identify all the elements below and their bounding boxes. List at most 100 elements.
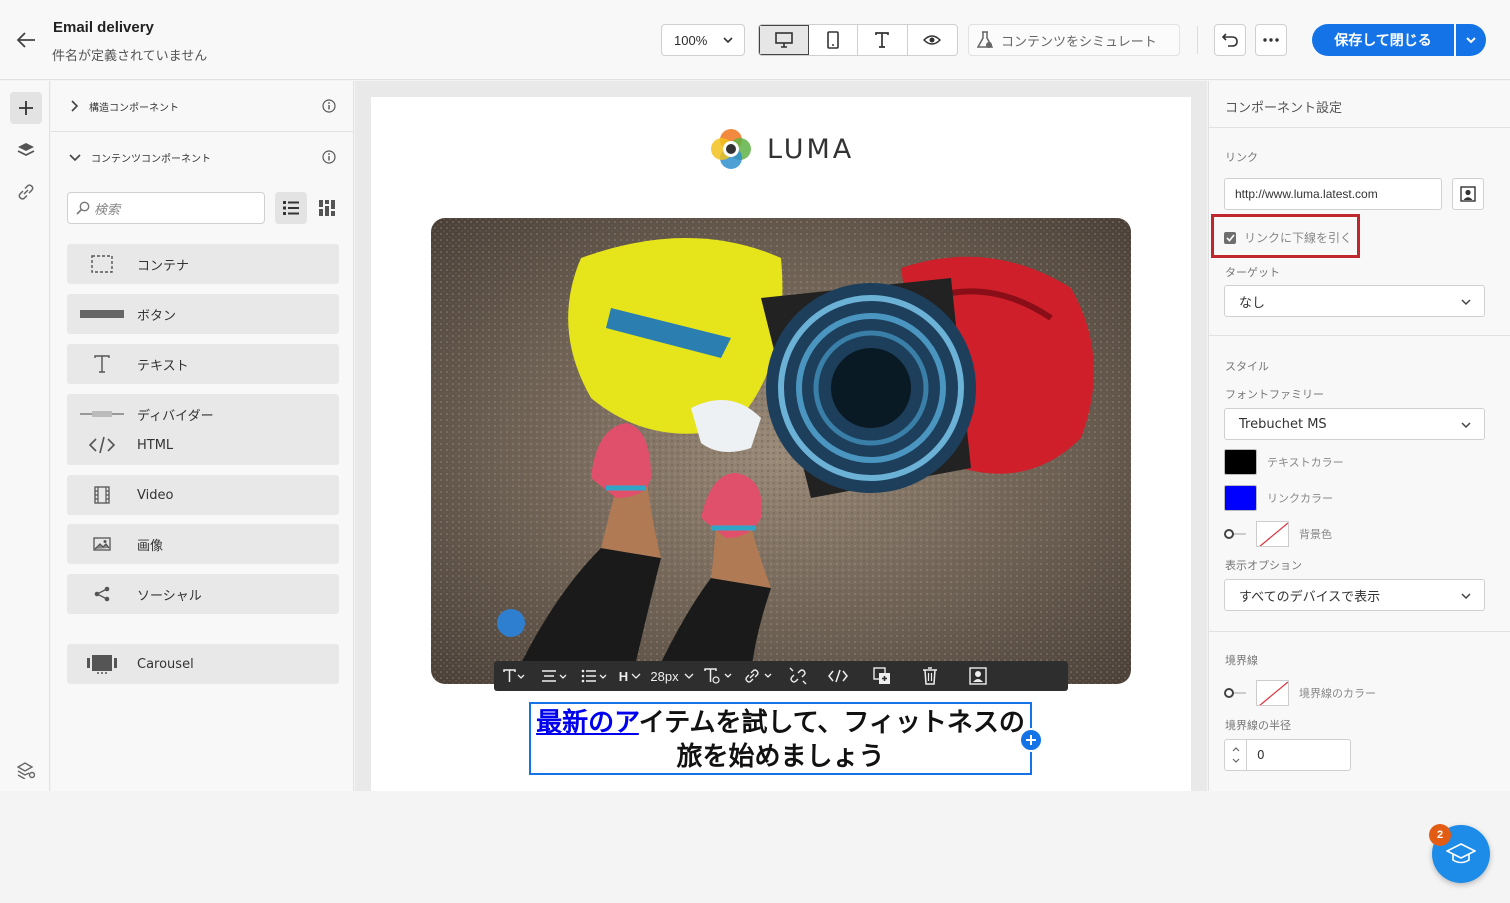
link-url-value: http://www.luma.latest.com: [1235, 187, 1378, 201]
components-panel: 構造コンポーネント コンテンツコンポーネント 検索 コンテナ ボタン テキスト …: [51, 81, 354, 791]
desktop-view-button[interactable]: [759, 25, 809, 55]
panel-divider: [1209, 631, 1510, 632]
undo-button[interactable]: [1214, 24, 1246, 56]
info-icon[interactable]: [322, 150, 336, 167]
text-color-row[interactable]: テキストカラー: [1224, 449, 1344, 475]
stepper-arrows[interactable]: [1225, 740, 1247, 770]
save-options-dropdown[interactable]: [1456, 24, 1486, 56]
graduation-cap-icon: [1446, 843, 1476, 864]
font-size-button[interactable]: 28px: [646, 661, 698, 691]
simulate-content-button[interactable]: コンテンツをシミュレート: [968, 24, 1180, 56]
unlink-button[interactable]: [778, 661, 818, 691]
chevron-down-icon: [1460, 590, 1472, 606]
back-arrow-icon[interactable]: [12, 26, 40, 54]
underline-link-label: リンクに下線を引く: [1244, 231, 1353, 245]
component-container[interactable]: コンテナ: [67, 244, 339, 284]
preview-button[interactable]: [908, 25, 957, 55]
no-color-swatch[interactable]: [1256, 521, 1289, 547]
headline-link[interactable]: 最新のア: [536, 708, 639, 738]
component-text[interactable]: テキスト: [67, 344, 339, 384]
add-components-button[interactable]: [10, 92, 42, 124]
link-url-input[interactable]: http://www.luma.latest.com: [1224, 178, 1442, 210]
border-color-row[interactable]: 境界線のカラー: [1224, 680, 1376, 706]
panel-divider: [1209, 335, 1510, 336]
mobile-icon: [826, 31, 839, 49]
border-color-toggle[interactable]: [1224, 688, 1246, 698]
heading-button[interactable]: H: [614, 661, 646, 691]
underline-link-checkbox[interactable]: リンクに下線を引く: [1224, 229, 1352, 246]
heading-label: H: [618, 668, 629, 684]
structure-components-header[interactable]: 構造コンポーネント: [51, 81, 354, 131]
stack-settings-icon: [17, 762, 35, 779]
link-color-row[interactable]: リンクカラー: [1224, 485, 1333, 511]
component-label: 画像: [137, 538, 164, 554]
component-label: コンテナ: [137, 258, 190, 274]
links-button[interactable]: [10, 176, 42, 208]
text-view-button[interactable]: [858, 25, 908, 55]
target-select[interactable]: なし: [1224, 285, 1485, 317]
display-options-select[interactable]: すべてのデバイスで表示: [1224, 579, 1485, 611]
component-video[interactable]: Video: [67, 475, 339, 515]
chevron-right-icon: [71, 100, 79, 112]
mobile-view-button[interactable]: [809, 25, 859, 55]
luma-logo-mark: [711, 129, 751, 169]
plus-icon: [19, 101, 33, 115]
desktop-icon: [774, 32, 793, 48]
more-options-button[interactable]: [1255, 24, 1287, 56]
component-label: HTML: [137, 437, 174, 453]
component-label: ボタン: [137, 308, 177, 324]
save-and-close-button[interactable]: 保存して閉じる: [1312, 24, 1454, 56]
component-label: テキスト: [137, 358, 189, 374]
chevron-up-icon[interactable]: [1232, 746, 1240, 752]
chevron-down-icon[interactable]: [1232, 758, 1240, 764]
background-color-toggle[interactable]: [1224, 529, 1246, 539]
link-icon: [18, 184, 34, 200]
text-color-swatch[interactable]: [1224, 449, 1257, 475]
personalization-icon: [1460, 186, 1476, 202]
no-color-swatch[interactable]: [1256, 680, 1289, 706]
text-format-icon: [704, 668, 732, 684]
code-view-button[interactable]: [818, 661, 858, 691]
info-icon[interactable]: [322, 99, 336, 116]
component-html[interactable]: HTML: [67, 425, 339, 465]
component-carousel[interactable]: Carousel: [67, 644, 339, 684]
layers-button[interactable]: [10, 134, 42, 166]
component-search-input[interactable]: 検索: [67, 192, 265, 224]
text-style-button[interactable]: [494, 661, 534, 691]
add-component-handle[interactable]: [1019, 728, 1043, 752]
personalize-button[interactable]: [954, 661, 1002, 691]
link-color-swatch[interactable]: [1224, 485, 1257, 511]
hero-image[interactable]: [431, 218, 1131, 684]
page-title: Email delivery: [53, 19, 154, 36]
zoom-select[interactable]: 100%: [661, 24, 745, 56]
component-social[interactable]: ソーシャル: [67, 574, 339, 614]
link-button[interactable]: [738, 661, 778, 691]
plus-icon: [1026, 735, 1036, 745]
list-view-button[interactable]: [275, 192, 307, 224]
background-color-row[interactable]: 背景色: [1224, 521, 1332, 547]
text-color-button[interactable]: [698, 661, 738, 691]
component-label: Video: [137, 487, 174, 503]
component-image[interactable]: 画像: [67, 524, 339, 564]
duplicate-button[interactable]: [858, 661, 906, 691]
border-radius-stepper[interactable]: 0: [1224, 739, 1351, 771]
carousel-icon: [67, 654, 137, 674]
delete-button[interactable]: [906, 661, 954, 691]
top-header: Email delivery 件名が定義されていません 100% コンテンツをシ…: [0, 0, 1510, 80]
component-button[interactable]: ボタン: [67, 294, 339, 334]
divider-icon: [67, 410, 137, 418]
font-family-value: Trebuchet MS: [1239, 416, 1327, 432]
list-button[interactable]: [574, 661, 614, 691]
chevron-down-icon: [722, 34, 734, 49]
luma-logo[interactable]: LUMA: [709, 127, 854, 171]
grid-view-button[interactable]: [311, 192, 343, 224]
align-button[interactable]: [534, 661, 574, 691]
styles-button[interactable]: [10, 754, 42, 786]
page-subtitle: 件名が定義されていません: [52, 49, 208, 64]
checkbox-checked-icon: [1224, 231, 1236, 244]
personalize-link-button[interactable]: [1452, 178, 1484, 210]
headline-text-block[interactable]: 最新のアイテムを試して、フィットネスの旅を始めましょう: [529, 702, 1032, 775]
content-components-header[interactable]: コンテンツコンポーネント: [51, 132, 354, 182]
font-family-select[interactable]: Trebuchet MS: [1224, 408, 1485, 440]
left-rail: [0, 81, 50, 791]
